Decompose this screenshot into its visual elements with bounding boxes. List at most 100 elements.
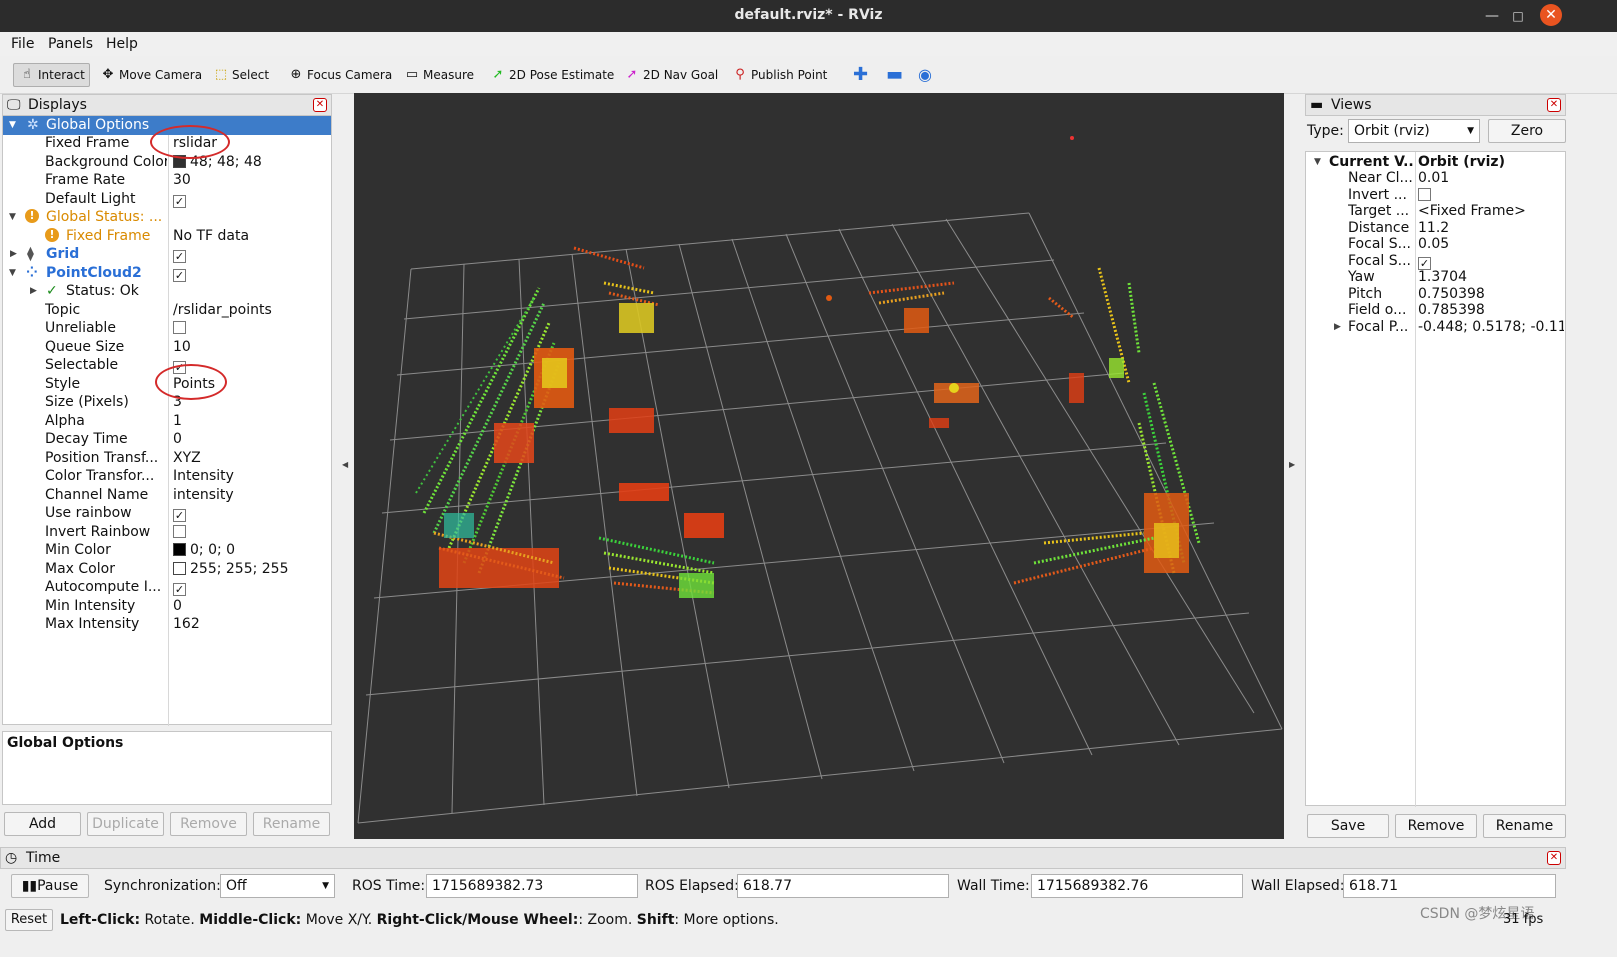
ros-elapsed-field[interactable]: 618.77 [737, 874, 949, 898]
window-title: default.rviz* - RViz [734, 7, 883, 23]
status-help-text-part: : More options. [674, 912, 779, 928]
add-tool-icon[interactable]: ✚ [853, 63, 868, 87]
tree-key: Max Color [45, 561, 115, 577]
close-icon[interactable]: ✕ [1540, 4, 1562, 26]
tree-row-default-light[interactable]: Default Light ✓ [3, 190, 331, 209]
checkbox-unchecked[interactable] [173, 321, 186, 334]
focus-camera-tool-button[interactable]: ⊕ Focus Camera [287, 63, 393, 87]
menu-file[interactable]: File [11, 36, 34, 52]
description-title: Global Options [7, 735, 124, 751]
reset-button[interactable]: Reset [5, 909, 53, 931]
wall-time-label: Wall Time: [957, 878, 1030, 894]
tree-row-grid[interactable]: ▶ ⧫ Grid ✓ [3, 245, 331, 264]
tree-value: 255; 255; 255 [190, 561, 289, 577]
tree-value: intensity [173, 487, 234, 503]
monitor-icon: 🖵 [7, 97, 21, 113]
time-panel-header: ◷ Time ✕ [0, 847, 1566, 869]
tree-key: Grid [46, 246, 80, 262]
tree-key: Style [45, 376, 81, 392]
wall-elapsed-field[interactable]: 618.71 [1343, 874, 1556, 898]
checkbox-checked[interactable]: ✓ [173, 269, 186, 282]
tree-key: Use rainbow [45, 505, 132, 521]
measure-tool-button[interactable]: ▭ Measure [403, 63, 474, 87]
tree-row-color-transformer[interactable]: Color Transfor... Intensity [3, 467, 331, 486]
view-type-dropdown[interactable]: Orbit (rviz) ▼ [1348, 119, 1480, 143]
select-label: Select [232, 68, 270, 82]
checkbox-unchecked[interactable] [173, 525, 186, 538]
tree-row-autocompute[interactable]: Autocompute I... ✓ [3, 578, 331, 597]
tree-key: Fixed Frame [66, 228, 151, 244]
displays-panel-header: 🖵 Displays ✕ [2, 94, 332, 116]
eye-icon[interactable]: ◉ [918, 63, 932, 87]
checkbox-unchecked[interactable] [1418, 188, 1431, 201]
select-tool-button[interactable]: ⬚ Select [212, 63, 269, 87]
rename-view-button[interactable]: Rename [1483, 814, 1566, 838]
tree-row-fixed-frame-status[interactable]: ! Fixed Frame No TF data [3, 227, 331, 246]
tree-row-min-intensity[interactable]: Min Intensity 0 [3, 597, 331, 616]
point-cloud-scene[interactable] [354, 93, 1284, 839]
tree-row-use-rainbow[interactable]: Use rainbow ✓ [3, 504, 331, 523]
collapse-right-icon[interactable]: ▶ [1289, 460, 1295, 469]
tree-row-channel-name[interactable]: Channel Name intensity [3, 486, 331, 505]
interact-label: Interact [38, 68, 85, 82]
save-view-button[interactable]: Save [1307, 814, 1389, 838]
pose-estimate-tool-button[interactable]: ➚ 2D Pose Estimate [489, 63, 615, 87]
wall-time-field[interactable]: 1715689382.76 [1031, 874, 1243, 898]
collapse-left-icon[interactable]: ◀ [342, 460, 348, 469]
tree-row-invert-rainbow[interactable]: Invert Rainbow [3, 523, 331, 542]
menu-help[interactable]: Help [106, 36, 138, 52]
focus-camera-icon: ⊕ [290, 67, 302, 82]
close-panel-icon[interactable]: ✕ [313, 98, 327, 112]
duplicate-button[interactable]: Duplicate [87, 812, 164, 836]
tree-row-pointcloud2[interactable]: ▼ ⁘ PointCloud2 ✓ [3, 264, 331, 283]
sync-dropdown[interactable]: Off ▼ [220, 874, 335, 898]
interact-tool-button[interactable]: ☝ Interact [13, 63, 90, 87]
tree-row-unreliable[interactable]: Unreliable [3, 319, 331, 338]
nav-goal-tool-button[interactable]: ➚ 2D Nav Goal [623, 63, 719, 87]
tree-value: 162 [173, 616, 200, 632]
maximize-icon[interactable]: □ [1505, 3, 1531, 29]
tree-key: Global Options [46, 117, 150, 133]
tree-key: PointCloud2 [46, 265, 142, 281]
minimize-icon[interactable]: — [1479, 3, 1505, 29]
checkbox-checked[interactable]: ✓ [173, 250, 186, 263]
description-box: Global Options [2, 731, 332, 805]
tree-row-status-ok[interactable]: ▶ ✓ Status: Ok [3, 282, 331, 301]
tree-row-max-color[interactable]: Max Color 255; 255; 255 [3, 560, 331, 579]
pause-button[interactable]: ▮▮Pause [11, 874, 89, 898]
remove-view-button[interactable]: Remove [1395, 814, 1477, 838]
tree-row-alpha[interactable]: Alpha 1 [3, 412, 331, 431]
move-camera-tool-button[interactable]: ✥ Move Camera [99, 63, 203, 87]
checkbox-checked[interactable]: ✓ [173, 583, 186, 596]
tree-row-decay-time[interactable]: Decay Time 0 [3, 430, 331, 449]
close-panel-icon[interactable]: ✕ [1547, 851, 1561, 865]
tree-row-max-intensity[interactable]: Max Intensity 162 [3, 615, 331, 634]
tree-value: 10 [173, 339, 191, 355]
checkbox-checked[interactable]: ✓ [173, 195, 186, 208]
tree-key: Channel Name [45, 487, 149, 503]
tree-key: Max Intensity [45, 616, 140, 632]
publish-point-tool-button[interactable]: ⚲ Publish Point [731, 63, 827, 87]
ros-time-field[interactable]: 1715689382.73 [426, 874, 638, 898]
tree-row-min-color[interactable]: Min Color 0; 0; 0 [3, 541, 331, 560]
ros-time-label: ROS Time: [352, 878, 426, 894]
views-row-focal-point[interactable]: ▶ Focal P... -0.448; 0.5178; -0.11... [1306, 318, 1565, 337]
add-button[interactable]: Add [4, 812, 81, 836]
tree-row-frame-rate[interactable]: Frame Rate 30 [3, 171, 331, 190]
tree-row-queue-size[interactable]: Queue Size 10 [3, 338, 331, 357]
tree-value: 30 [173, 172, 191, 188]
displays-tree: ▼ ✲ Global Options Fixed Frame rslidar B… [2, 115, 332, 726]
zero-button[interactable]: Zero [1488, 119, 1566, 143]
rename-display-button[interactable]: Rename [253, 812, 330, 836]
menu-panels[interactable]: Panels [48, 36, 93, 52]
remove-tool-icon[interactable]: ▬ [886, 63, 903, 87]
tree-row-global-status[interactable]: ▼ ! Global Status: ... [3, 208, 331, 227]
checkbox-checked[interactable]: ✓ [173, 509, 186, 522]
topic-value[interactable]: /rslidar_points [173, 301, 272, 320]
tree-value: No TF data [173, 228, 250, 244]
render-viewport[interactable] [354, 93, 1284, 839]
close-panel-icon[interactable]: ✕ [1547, 98, 1561, 112]
tree-row-position-transformer[interactable]: Position Transf... XYZ [3, 449, 331, 468]
remove-display-button[interactable]: Remove [170, 812, 247, 836]
tree-row-topic[interactable]: Topic /rslidar_points [3, 301, 331, 320]
